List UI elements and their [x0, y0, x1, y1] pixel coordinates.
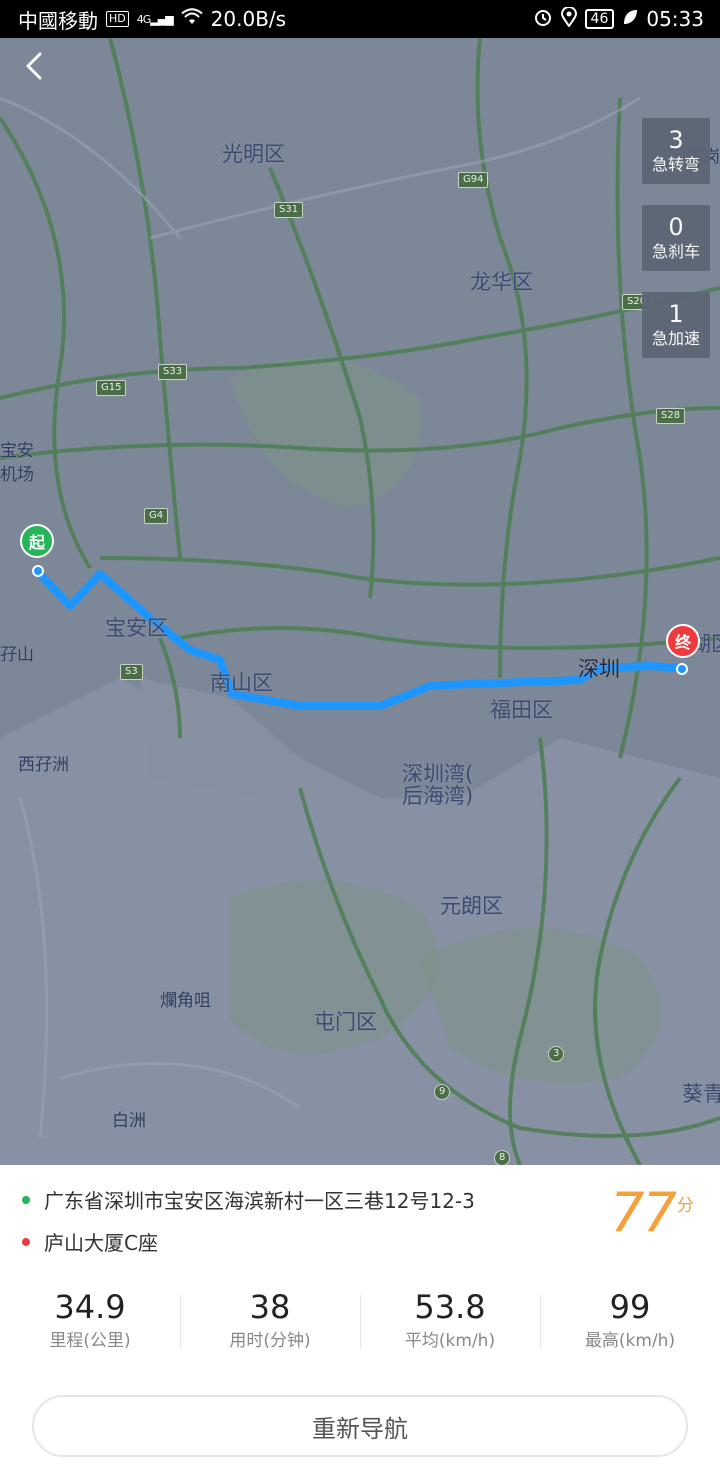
map-label: 深圳: [578, 657, 620, 681]
score-value: 77: [610, 1181, 677, 1244]
wifi-icon: [181, 7, 203, 31]
back-button[interactable]: [14, 50, 54, 90]
trip-metrics: 34.9 里程(公里) 38 用时(分钟) 53.8 平均(km/h) 99 最…: [0, 1285, 720, 1365]
metric-caption: 里程(公里): [49, 1331, 131, 1351]
trip-summary-sheet: 广东省深圳市宝安区海滨新村一区三巷12号12-3 庐山大厦C座 77 分 34.…: [0, 1165, 720, 1480]
start-dot-icon: [22, 1195, 30, 1204]
map-label: 白洲: [112, 1111, 146, 1131]
stat-label: 急转弯: [651, 155, 700, 174]
map-label: 元朗区: [440, 894, 503, 918]
stat-value: 3: [668, 126, 684, 154]
battery-icon: 46: [584, 9, 615, 29]
metric-max-speed: 99 最高(km/h): [540, 1285, 720, 1365]
metric-value: 53.8: [414, 1288, 486, 1326]
hd-icon: HD: [106, 11, 129, 27]
map-canvas: [0, 38, 720, 1165]
sharp-turn-stat: 3 急转弯: [642, 118, 710, 184]
map-label: 爛角咀: [160, 991, 211, 1011]
end-address-row: 庐山大厦C座: [22, 1227, 158, 1256]
metric-caption: 用时(分钟): [229, 1331, 311, 1351]
driving-score: 77 分: [610, 1185, 694, 1241]
hard-brake-stat: 0 急刹车: [642, 205, 710, 271]
map-label: 福田区: [490, 698, 553, 722]
stat-label: 急刹车: [651, 242, 700, 261]
start-address: 广东省深圳市宝安区海滨新村一区三巷12号12-3: [44, 1189, 475, 1213]
road-shield: S28: [656, 408, 686, 424]
network-speed: 20.0B/s: [210, 7, 287, 31]
start-marker[interactable]: 起: [20, 524, 54, 558]
road-shield: 8: [494, 1150, 511, 1165]
map-label: 孖山: [0, 645, 34, 665]
metric-value: 34.9: [54, 1288, 126, 1326]
metric-value: 99: [609, 1288, 651, 1326]
alarm-icon: [533, 7, 553, 32]
metric-average-speed: 53.8 平均(km/h): [360, 1285, 540, 1365]
road-shield: G94: [458, 172, 489, 188]
metric-duration: 38 用时(分钟): [180, 1285, 360, 1365]
score-unit: 分: [677, 1196, 694, 1216]
location-icon: [560, 5, 577, 32]
network-type: 4G: [136, 12, 151, 26]
map-label: 宝安: [0, 441, 34, 461]
map-label: 光明区: [222, 142, 285, 166]
map-label: 南山区: [210, 671, 273, 695]
road-shield: S31: [274, 202, 304, 218]
route-map[interactable]: 光明区 龙华区 宝安区 南山区 福田区 深圳 深圳湾( 后海湾) 元朗区 屯门区…: [0, 38, 720, 1165]
road-shield: G15: [96, 380, 127, 396]
end-marker[interactable]: 终: [666, 624, 700, 658]
stat-label: 急加速: [651, 329, 700, 348]
metric-caption: 平均(km/h): [404, 1331, 496, 1351]
road-shield: G4: [144, 508, 169, 524]
carrier-label: 中國移動: [18, 8, 98, 33]
map-label: 机场: [0, 465, 34, 485]
metric-value: 38: [249, 1288, 291, 1326]
road-shield: S3: [120, 664, 143, 680]
map-label: 后海湾): [402, 784, 474, 808]
stat-value: 1: [668, 300, 684, 328]
end-dot-icon: [22, 1237, 30, 1246]
road-shield: S33: [158, 364, 188, 380]
metric-distance: 34.9 里程(公里): [0, 1285, 180, 1365]
map-label: 龙华区: [470, 270, 533, 294]
map-label: 西孖洲: [18, 755, 69, 775]
status-bar: 中國移動 HD 4G▂▄▆ 20.0B/s 46 05:33: [0, 0, 720, 38]
end-address: 庐山大厦C座: [44, 1231, 158, 1255]
map-label: 葵青: [682, 1082, 720, 1106]
metric-caption: 最高(km/h): [584, 1331, 676, 1351]
rapid-accel-stat: 1 急加速: [642, 292, 710, 358]
renavigate-button[interactable]: 重新导航: [32, 1395, 688, 1457]
stat-value: 0: [668, 213, 684, 241]
map-label: 屯门区: [314, 1010, 377, 1034]
map-label: 宝安区: [105, 616, 168, 640]
signal-icon: 4G▂▄▆: [136, 12, 174, 26]
back-arrow-icon: [26, 52, 42, 80]
start-address-row: 广东省深圳市宝安区海滨新村一区三巷12号12-3: [22, 1185, 475, 1214]
leaf-icon: [622, 7, 638, 31]
clock-time: 05:33: [646, 7, 704, 31]
